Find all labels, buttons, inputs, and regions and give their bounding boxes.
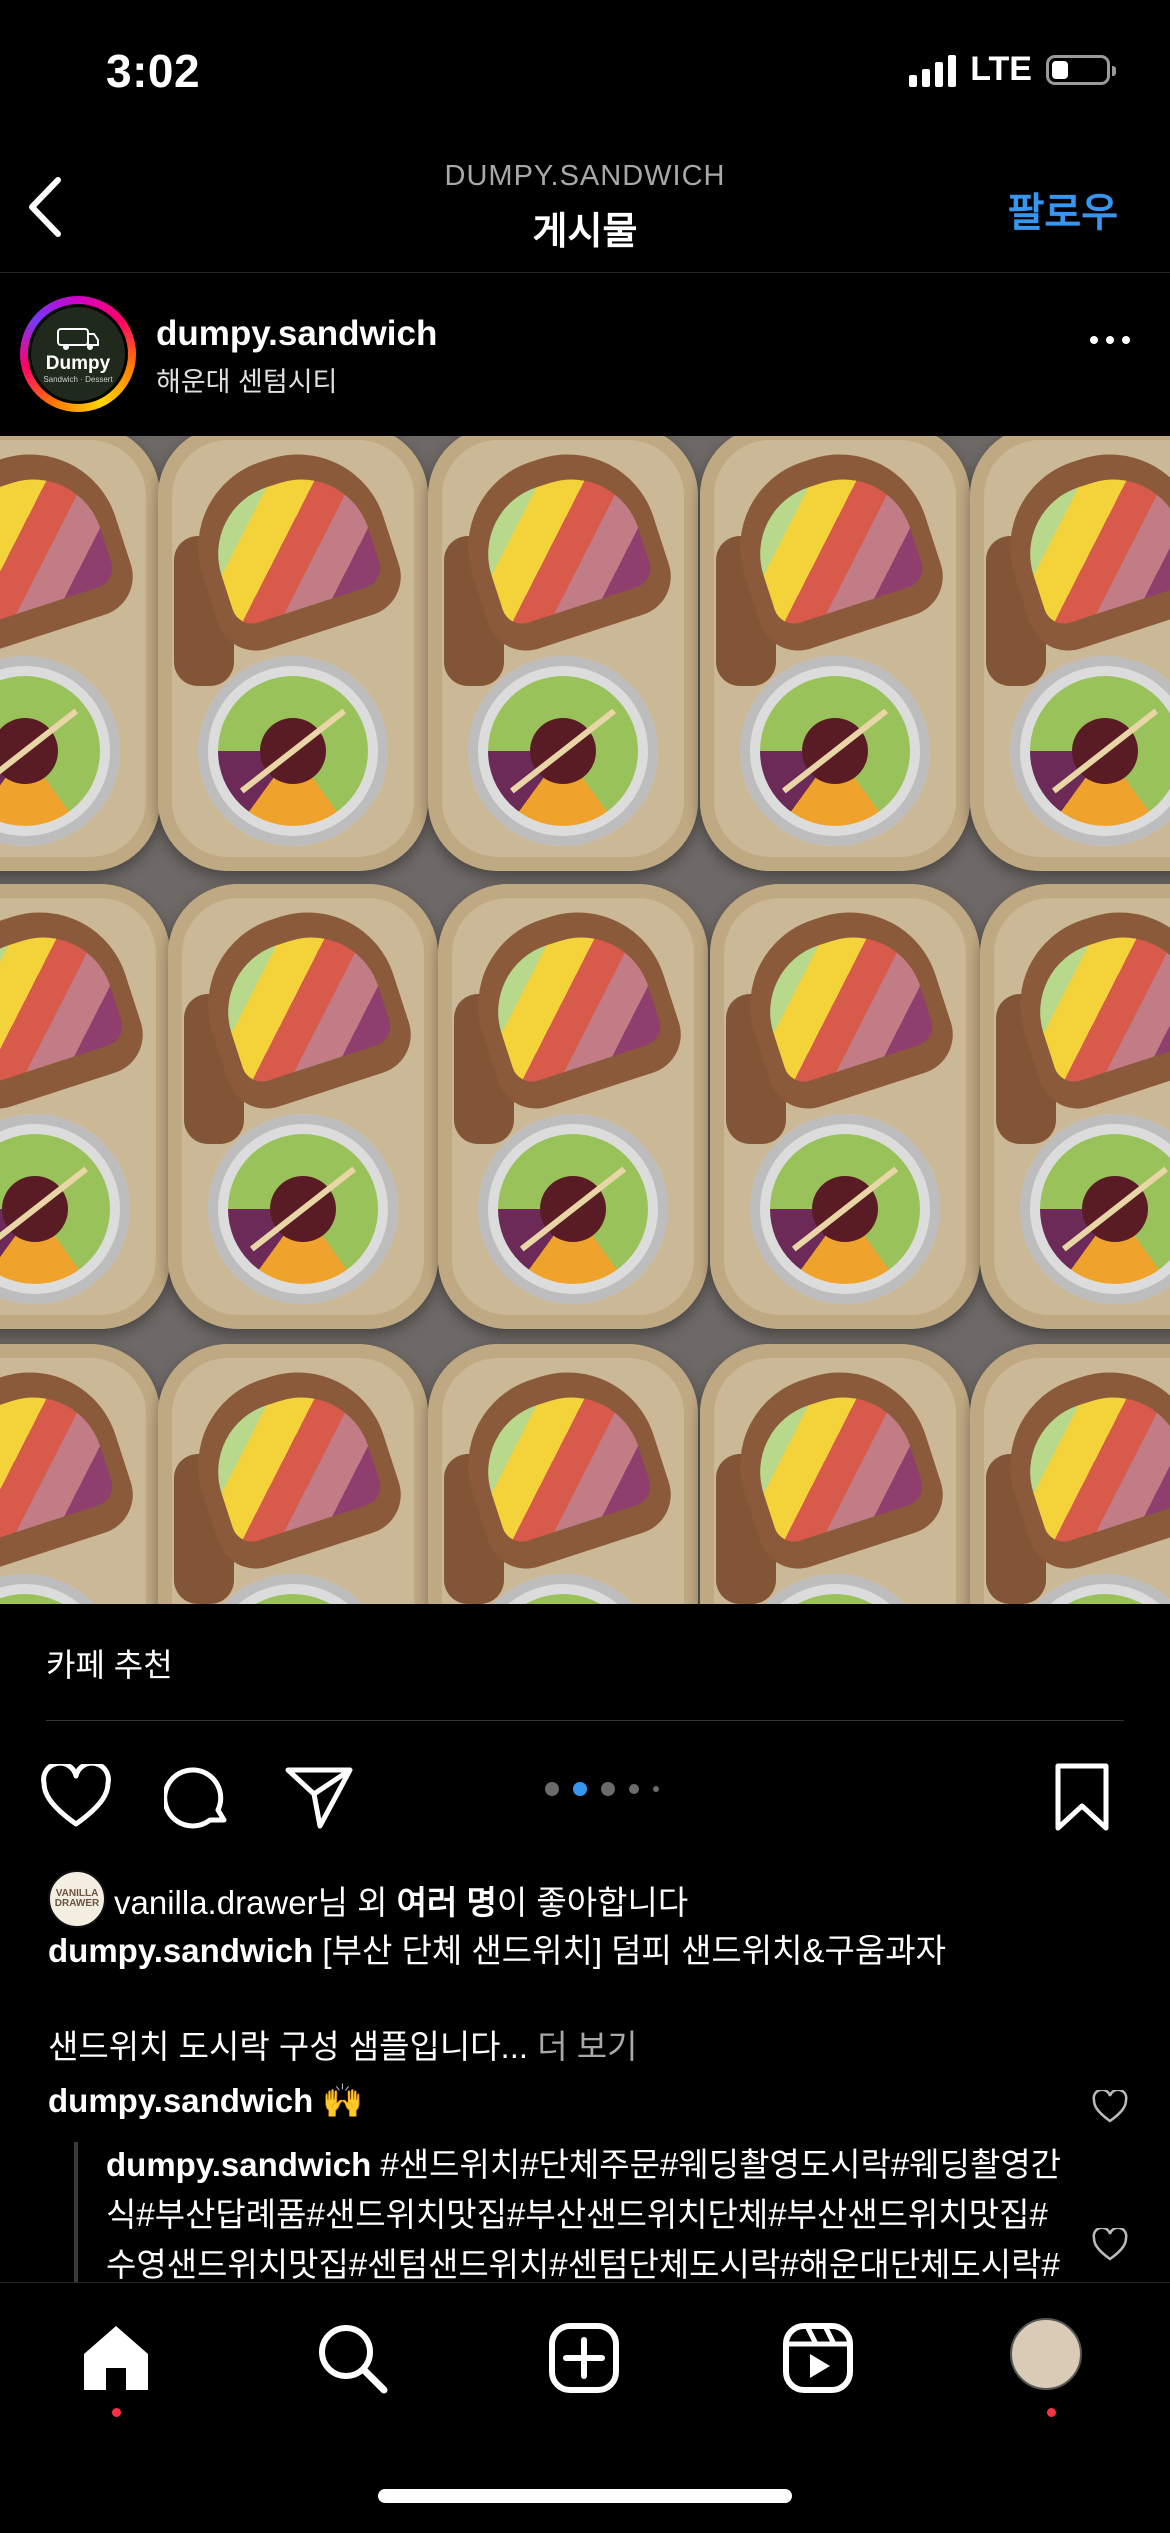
fruit-cup — [1020, 1114, 1170, 1304]
home-indicator — [378, 2489, 792, 2503]
comment-text: 🙌 — [313, 2082, 364, 2119]
caption-continued: 샌드위치 도시락 구성 샘플입니다... 더 보기 — [48, 2020, 637, 2068]
lunchbox-tray — [700, 436, 970, 871]
fruit-cup — [0, 1574, 120, 1604]
lunchbox-tray — [0, 436, 160, 871]
lunchbox-tray — [428, 1344, 698, 1604]
profile-notification-dot — [1047, 2408, 1056, 2417]
fruit-cup — [478, 1114, 668, 1304]
comment-icon[interactable] — [164, 1764, 232, 1832]
fruit-cup — [198, 656, 388, 846]
caption-line1: [부산 단체 샌드위치] 덤피 샌드위치&구움과자 — [313, 1932, 946, 1969]
sandwich — [0, 889, 154, 1119]
lunchbox-tray — [158, 436, 428, 871]
avatar[interactable]: Dumpy Sandwich · Dessert — [28, 304, 128, 404]
comment-username[interactable]: dumpy.sandwich — [48, 2082, 313, 2119]
liker-avatar[interactable]: VANILLA DRAWER — [48, 1870, 106, 1928]
caption: dumpy.sandwich [부산 단체 샌드위치] 덤피 샌드위치&구움과자 — [48, 1924, 946, 1972]
caption-username[interactable]: dumpy.sandwich — [48, 1932, 313, 1969]
carousel-dot — [653, 1786, 659, 1792]
fruit-cup — [1010, 656, 1170, 846]
page-title: 게시물 — [532, 211, 638, 253]
liker-avatar-text: VANILLA DRAWER — [54, 1888, 100, 1909]
actions-divider — [46, 1720, 1124, 1721]
reply-username[interactable]: dumpy.sandwich — [106, 2146, 371, 2183]
status-time: 3:02 — [106, 45, 201, 97]
battery-icon — [1046, 54, 1116, 85]
status-indicators: LTE — [909, 50, 1116, 89]
header-divider — [0, 272, 1170, 273]
caption-line2: 샌드위치 도시락 구성 샘플입니다... — [48, 2028, 529, 2065]
lunchbox-tray — [0, 884, 170, 1329]
search-icon[interactable] — [312, 2318, 392, 2398]
avatar-subtitle: Sandwich · Dessert — [43, 374, 113, 384]
plus-square-icon[interactable] — [544, 2318, 624, 2398]
follow-button[interactable]: 팔로우 — [1008, 180, 1118, 238]
fruit-cup — [750, 1114, 940, 1304]
fruit-cup — [0, 1114, 130, 1304]
nav-account-name: DUMPY.SANDWICH — [444, 160, 726, 192]
profile-avatar[interactable] — [1010, 2318, 1082, 2390]
home-icon[interactable] — [76, 2318, 156, 2398]
carousel-indicator — [545, 1782, 659, 1796]
likes-summary[interactable]: vanilla.drawer님 외 여러 명이 좋아합니다 — [114, 1876, 688, 1924]
bookmark-icon[interactable] — [1052, 1762, 1112, 1832]
reply-like-icon[interactable] — [1092, 2228, 1128, 2262]
sandwich — [0, 436, 144, 661]
carousel-dot — [601, 1782, 615, 1796]
carousel-dot — [545, 1782, 559, 1796]
fruit-cup — [468, 656, 658, 846]
lunchbox-tray — [428, 436, 698, 871]
more-horizontal-icon[interactable] — [1090, 336, 1130, 344]
fruit-cup — [0, 656, 120, 846]
comment-like-icon[interactable] — [1092, 2090, 1128, 2124]
lunchbox-tray — [0, 1344, 160, 1604]
signal-icon — [909, 53, 957, 87]
carousel-dot — [629, 1784, 639, 1794]
lunchbox-tray — [158, 1344, 428, 1604]
likes-text-bold: 여러 명 — [396, 1884, 497, 1921]
network-type: LTE — [970, 50, 1032, 88]
post-username[interactable]: dumpy.sandwich — [156, 314, 437, 354]
reels-icon[interactable] — [778, 2318, 858, 2398]
paper-plane-icon[interactable] — [284, 1764, 354, 1830]
lunchbox-tray — [710, 884, 980, 1329]
lunchbox-tray — [700, 1344, 970, 1604]
sandwich — [0, 1349, 144, 1579]
fruit-cup — [740, 656, 930, 846]
lunchbox-tray — [168, 884, 438, 1329]
likes-text-end: 이 좋아합니다 — [496, 1884, 689, 1921]
post-photo[interactable] — [0, 436, 1170, 1604]
lunchbox-tray — [438, 884, 708, 1329]
food-truck-icon — [57, 327, 99, 350]
home-notification-dot — [112, 2408, 121, 2417]
reply-item: dumpy.sandwich #샌드위치#단체주문#웨딩촬영도시락#웨딩촬영간식… — [106, 2140, 1066, 2285]
liker-username[interactable]: vanilla.drawer — [114, 1884, 318, 1921]
heart-icon[interactable] — [40, 1764, 112, 1830]
comment-item: dumpy.sandwich 🙌 — [48, 2082, 364, 2121]
fruit-cup — [208, 1114, 398, 1304]
avatar-brand: Dumpy — [45, 352, 111, 374]
reply-thread-line — [74, 2142, 78, 2288]
likes-text-mid: 님 외 — [317, 1884, 397, 1921]
post-tag: 카페 추천 — [46, 1647, 173, 1683]
lunchbox-tray — [970, 1344, 1170, 1604]
carousel-dot — [573, 1782, 587, 1796]
more-link[interactable]: 더 보기 — [528, 2028, 637, 2065]
post-location[interactable]: 해운대 센텀시티 — [156, 360, 337, 399]
lunchbox-tray — [970, 436, 1170, 871]
lunchbox-tray — [980, 884, 1170, 1329]
